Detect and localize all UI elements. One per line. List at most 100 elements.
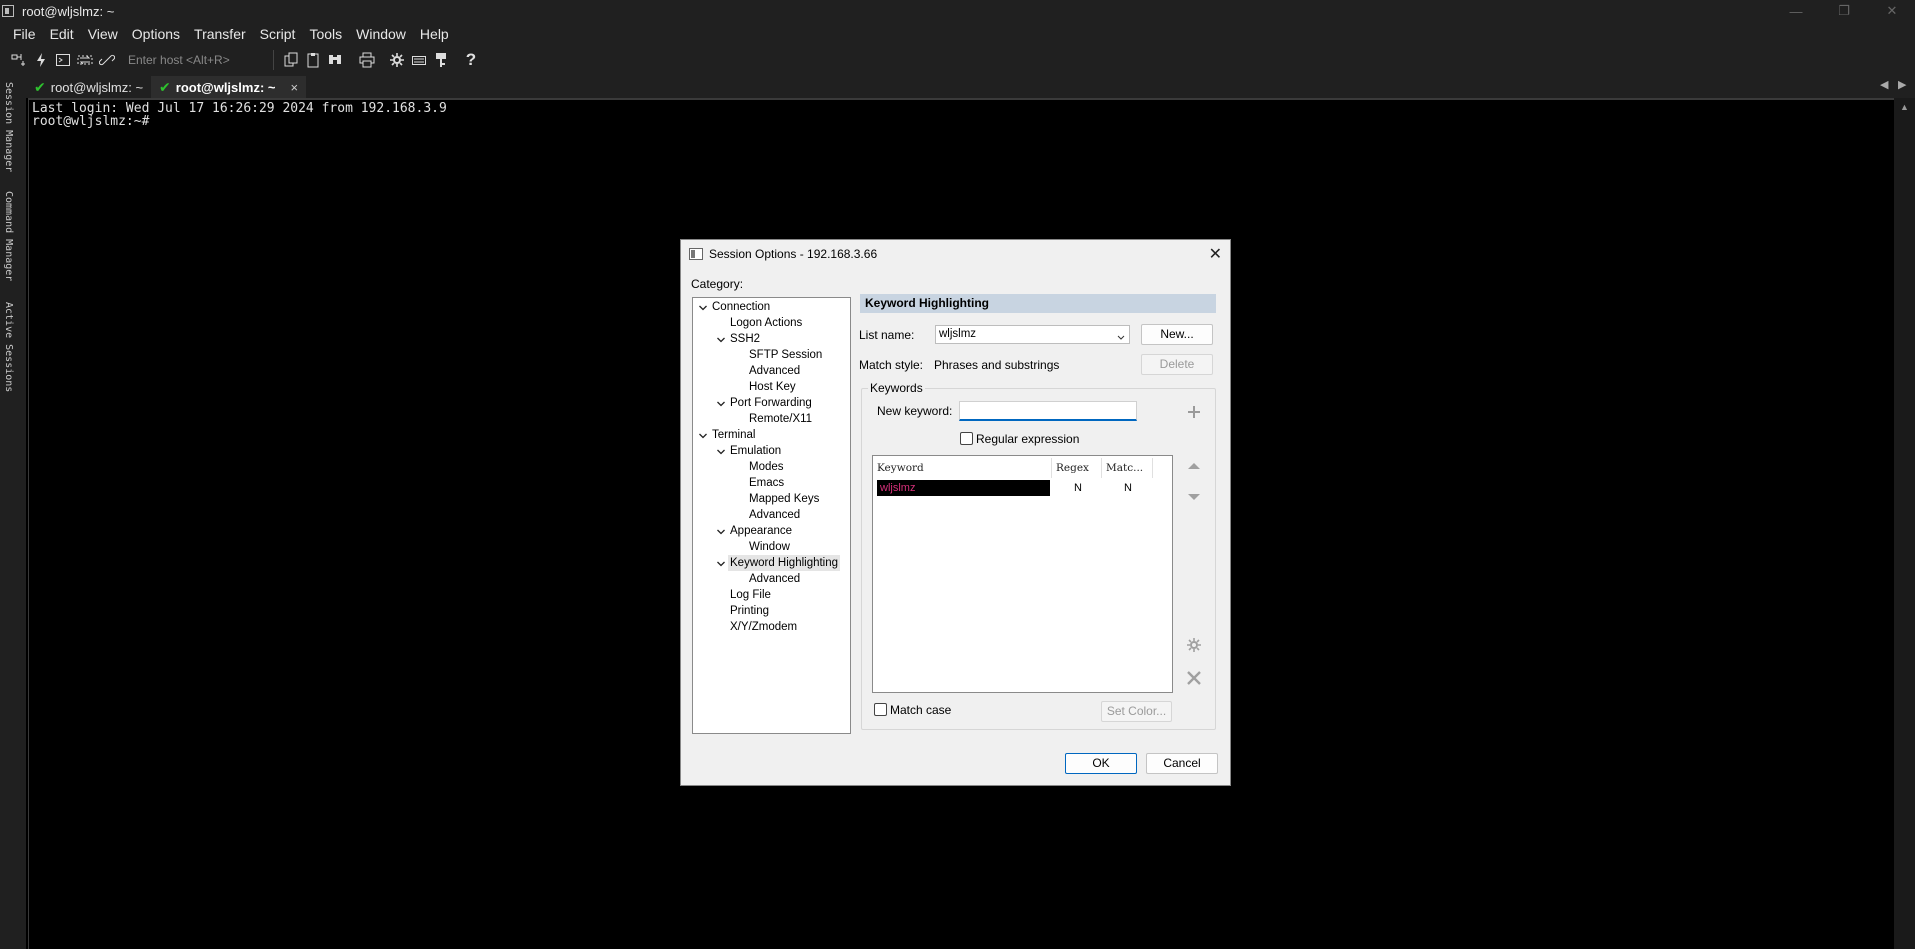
paste-icon[interactable] [302,49,324,71]
tree-item[interactable]: Keyword Highlighting [728,555,841,571]
tree-item[interactable]: Advanced [747,363,802,379]
tree-item[interactable]: Appearance [728,523,794,539]
copy-icon[interactable] [280,49,302,71]
regex-label: Regular expression [976,432,1080,446]
list-name-select[interactable]: wljslmz [935,325,1130,344]
quick-connect-icon[interactable] [30,49,52,71]
session-tab-bar: ✔ root@wljslmz: ~ ✔ root@wljslmz: ~ × [26,74,1915,98]
tree-expand-chevron-icon[interactable] [716,526,726,536]
new-list-button[interactable]: New... [1141,324,1213,345]
host-input[interactable]: Enter host <Alt+R> [124,50,274,70]
menu-file[interactable]: File [6,26,43,42]
new-keyword-label: New keyword: [877,404,953,418]
menu-script[interactable]: Script [253,26,303,42]
tree-item[interactable]: Remote/X11 [747,411,814,427]
help-icon[interactable]: ? [460,49,482,71]
menu-view[interactable]: View [81,26,125,42]
keyword-settings-gear-icon[interactable] [1184,635,1204,655]
tree-item[interactable]: Log File [728,587,773,603]
command-manager-tab[interactable]: Command Manager [3,191,14,281]
active-sessions-tab[interactable]: Active Sessions [3,302,14,392]
tree-item[interactable]: Host Key [747,379,798,395]
menu-transfer[interactable]: Transfer [187,26,253,42]
tree-item[interactable]: Logon Actions [728,315,804,331]
keyword-row-name[interactable]: wljslmz [877,480,1050,496]
list-name-label: List name: [859,328,915,342]
session-tab-label: root@wljslmz: ~ [50,79,144,95]
tab-scroll-left-icon[interactable]: ◀ [1880,78,1888,91]
tree-item[interactable]: SFTP Session [747,347,824,363]
terminal-scrollbar[interactable]: ▲ [1894,98,1915,949]
reconnect-icon[interactable] [74,49,96,71]
tree-expand-chevron-icon[interactable] [698,430,708,440]
tree-expand-chevron-icon[interactable] [716,334,726,344]
new-keyword-input[interactable] [959,401,1137,421]
match-style-label: Match style: [859,358,924,372]
tree-item[interactable]: Window [747,539,792,555]
window-title: root@wljslmz: ~ [22,3,115,19]
add-keyword-icon[interactable] [1184,402,1204,422]
tree-item[interactable]: Advanced [747,507,802,523]
menu-tools[interactable]: Tools [302,26,349,42]
tree-item[interactable]: Emulation [728,443,783,459]
column-header-regex[interactable]: Regex [1052,458,1102,478]
delete-list-button[interactable]: Delete [1141,354,1213,375]
connected-check-icon: ✔ [34,78,46,95]
category-tree[interactable]: Connection Logon Actions SSH2 SFTP Session A… [692,297,851,734]
tree-expand-chevron-icon[interactable] [716,558,726,568]
keyword-list[interactable]: Keyword Regex Matc... wljslmz N N [872,455,1173,693]
tree-item[interactable]: Advanced [747,571,802,587]
section-header: Keyword Highlighting [860,294,1216,313]
maximize-button[interactable]: ❐ [1821,0,1867,22]
tree-item[interactable]: Connection [710,299,772,315]
close-window-button[interactable]: ✕ [1869,0,1915,22]
tree-item[interactable]: Emacs [747,475,786,491]
list-name-value: wljslmz [939,328,977,340]
find-icon[interactable] [324,49,346,71]
key-agent-icon[interactable] [430,49,452,71]
match-case-checkbox[interactable] [874,703,887,716]
print-icon[interactable] [356,49,378,71]
delete-keyword-icon[interactable] [1184,668,1204,688]
minimize-button[interactable]: — [1773,0,1819,22]
ok-button[interactable]: OK [1065,753,1137,774]
menu-help[interactable]: Help [413,26,456,42]
tree-expand-chevron-icon[interactable] [716,446,726,456]
menu-edit[interactable]: Edit [43,26,81,42]
session-options-dialog: Session Options - 192.168.3.66 ✕ Categor… [680,239,1231,786]
tab-scroll-right-icon[interactable]: ▶ [1898,78,1906,91]
tree-item[interactable]: SSH2 [728,331,762,347]
tree-item[interactable]: X/Y/Zmodem [728,619,799,635]
terminal-icon[interactable] [52,49,74,71]
session-manager-tab[interactable]: Session Manager [3,82,14,172]
menu-options[interactable]: Options [125,26,187,42]
toolbar: Enter host <Alt+R> ? [0,46,1915,74]
keyword-row-regex: N [1074,482,1082,494]
keymap-icon[interactable] [408,49,430,71]
column-header-keyword[interactable]: Keyword [873,458,1052,478]
settings-gear-icon[interactable] [386,49,408,71]
cancel-button[interactable]: Cancel [1146,753,1218,774]
tree-expand-chevron-icon[interactable] [716,398,726,408]
dialog-title: Session Options - 192.168.3.66 [709,247,878,261]
disconnect-icon[interactable] [96,49,118,71]
tree-item[interactable]: Port Forwarding [728,395,814,411]
session-tab-active[interactable]: ✔ root@wljslmz: ~ × [151,76,307,98]
tree-item[interactable]: Printing [728,603,771,619]
keywords-group-title: Keywords [868,381,925,395]
tree-expand-chevron-icon[interactable] [698,302,708,312]
dialog-close-icon[interactable]: ✕ [1209,244,1222,264]
connect-icon[interactable] [8,49,30,71]
scroll-up-icon[interactable]: ▲ [1900,102,1909,112]
move-up-icon[interactable] [1184,456,1204,476]
regex-checkbox[interactable] [960,432,973,445]
move-down-icon[interactable] [1184,487,1204,507]
tree-item[interactable]: Mapped Keys [747,491,821,507]
session-tab[interactable]: ✔ root@wljslmz: ~ [26,76,151,98]
tree-item[interactable]: Modes [747,459,786,475]
set-color-button[interactable]: Set Color... [1101,701,1172,722]
menu-window[interactable]: Window [349,26,413,42]
tree-item[interactable]: Terminal [710,427,757,443]
close-tab-icon[interactable]: × [290,80,298,95]
column-header-match[interactable]: Matc... [1102,458,1153,478]
